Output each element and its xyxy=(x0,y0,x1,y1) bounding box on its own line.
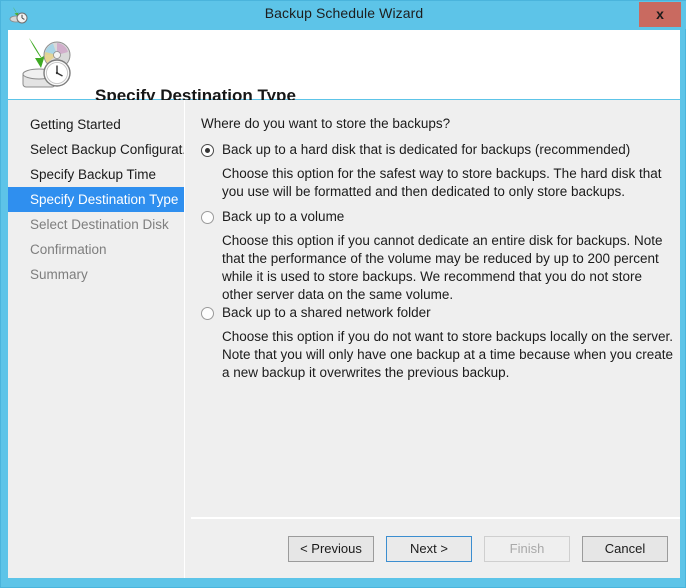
wizard-window: Backup Schedule Wizard x Specify Destina… xyxy=(0,0,686,588)
wizard-body: Getting Started Select Backup Configurat… xyxy=(8,100,680,578)
option-shared-network-folder-label[interactable]: Back up to a shared network folder xyxy=(222,305,431,320)
sidebar-item-confirmation[interactable]: Confirmation xyxy=(8,237,184,262)
sidebar-item-getting-started[interactable]: Getting Started xyxy=(8,112,184,137)
next-button[interactable]: Next > xyxy=(386,536,472,562)
sidebar-divider xyxy=(184,100,191,578)
option-shared-network-folder-description: Choose this option if you do not want to… xyxy=(222,329,674,380)
wizard-header: Specify Destination Type xyxy=(8,30,680,105)
close-icon[interactable]: x xyxy=(639,2,681,27)
option-volume-label[interactable]: Back up to a volume xyxy=(222,209,344,224)
sidebar-item-specify-destination-type[interactable]: Specify Destination Type xyxy=(8,187,184,212)
option-volume-row: Back up to a volume xyxy=(201,209,673,227)
option-volume-description: Choose this option if you cannot dedicat… xyxy=(222,233,663,302)
window-title: Backup Schedule Wizard xyxy=(264,5,424,21)
steps-list: Getting Started Select Backup Configurat… xyxy=(8,112,194,287)
destination-type-content: Where do you want to store the backups? … xyxy=(191,100,680,517)
option-hard-disk-description: Choose this option for the safest way to… xyxy=(222,166,662,199)
option-hard-disk: Back up to a hard disk that is dedicated… xyxy=(201,142,673,201)
previous-button[interactable]: < Previous xyxy=(288,536,374,562)
option-hard-disk-row: Back up to a hard disk that is dedicated… xyxy=(201,142,673,160)
sidebar-item-summary[interactable]: Summary xyxy=(8,262,184,287)
footer-button-row: < Previous Next > Finish Cancel xyxy=(288,536,668,562)
option-hard-disk-label[interactable]: Back up to a hard disk that is dedicated… xyxy=(222,142,630,157)
sidebar-item-specify-backup-time[interactable]: Specify Backup Time xyxy=(8,162,184,187)
option-volume: Back up to a volume Choose this option i… xyxy=(201,209,673,304)
title-bar: Backup Schedule Wizard x xyxy=(1,1,686,29)
sidebar-item-select-destination-disk[interactable]: Select Destination Disk xyxy=(8,212,184,237)
cancel-button[interactable]: Cancel xyxy=(582,536,668,562)
sidebar-item-select-backup-configuration[interactable]: Select Backup Configurat... xyxy=(8,137,194,162)
wizard-footer: < Previous Next > Finish Cancel xyxy=(191,519,680,578)
destination-question: Where do you want to store the backups? xyxy=(201,116,451,131)
option-shared-network-folder-row: Back up to a shared network folder xyxy=(201,305,673,323)
wizard-steps-sidebar: Getting Started Select Backup Configurat… xyxy=(8,100,194,578)
radio-shared-network-folder[interactable] xyxy=(201,307,214,320)
radio-hard-disk[interactable] xyxy=(201,144,214,157)
option-shared-network-folder: Back up to a shared network folder Choos… xyxy=(201,305,673,382)
backup-disk-clock-icon xyxy=(15,34,79,94)
finish-button: Finish xyxy=(484,536,570,562)
radio-volume[interactable] xyxy=(201,211,214,224)
